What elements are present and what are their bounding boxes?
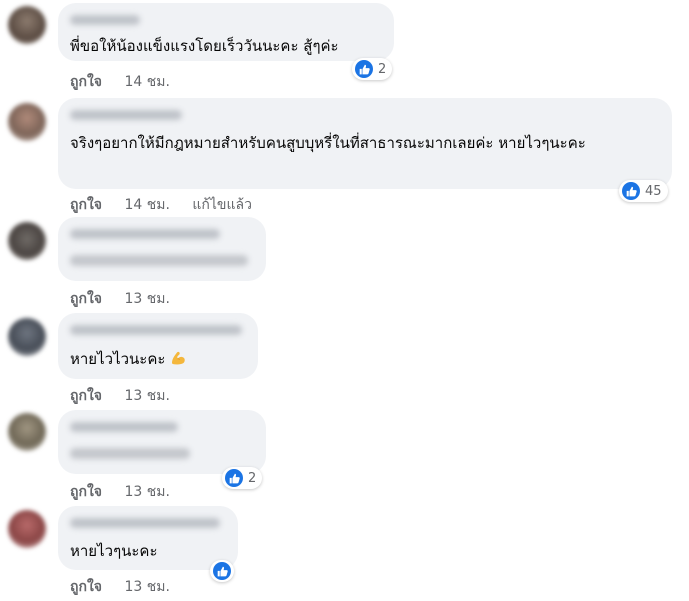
timestamp[interactable]: 13 ชม. (124, 291, 169, 307)
like-link[interactable]: ถูกใจ (70, 388, 102, 404)
comment-actions: ถูกใจ 14 ชม. (70, 71, 188, 93)
like-link[interactable]: ถูกใจ (70, 291, 102, 307)
comment-text-blurred (70, 448, 190, 459)
comment-bubble: หายไวไวนะคะ (58, 313, 258, 379)
reaction-summary[interactable]: 2 (352, 58, 393, 80)
comment-actions: ถูกใจ 14 ชม. แก้ไขแล้ว (70, 194, 270, 216)
like-link[interactable]: ถูกใจ (70, 197, 102, 213)
comment-bubble: หายไวๆนะคะ (58, 506, 238, 570)
comment-bubble (58, 410, 266, 474)
comment-bubble: จริงๆอยากให้มีกฎหมายสำหรับคนสูบบุหรี่ในท… (58, 98, 672, 189)
reaction-summary[interactable] (210, 560, 234, 582)
commenter-name[interactable] (70, 110, 182, 120)
comment-text-blurred (70, 255, 248, 266)
comment-feed: พี่ขอให้น้องแข็งแรงโดยเร็ววันนะคะ สู้ๆค่… (0, 0, 689, 601)
timestamp[interactable]: 13 ชม. (124, 388, 169, 404)
reaction-summary[interactable]: 45 (619, 180, 668, 202)
timestamp[interactable]: 14 ชม. (124, 197, 169, 213)
comment-bubble: พี่ขอให้น้องแข็งแรงโดยเร็ววันนะคะ สู้ๆค่… (58, 3, 394, 61)
comment-bubble (58, 217, 266, 281)
reaction-count: 45 (645, 183, 662, 199)
commenter-name[interactable] (70, 15, 140, 25)
comment-text: พี่ขอให้น้องแข็งแรงโดยเร็ววันนะคะ สู้ๆค่… (70, 37, 339, 55)
reaction-count: 2 (248, 470, 257, 486)
timestamp[interactable]: 13 ชม. (124, 484, 169, 500)
reaction-count: 2 (378, 61, 387, 77)
timestamp[interactable]: 14 ชม. (124, 74, 169, 90)
comment-text-content: หายไวไวนะคะ (70, 350, 166, 368)
avatar[interactable] (8, 222, 46, 260)
thumbs-up-icon (213, 562, 231, 580)
like-link[interactable]: ถูกใจ (70, 74, 102, 90)
timestamp[interactable]: 13 ชม. (124, 579, 169, 595)
avatar[interactable] (8, 510, 46, 548)
comment-actions: ถูกใจ 13 ชม. (70, 385, 188, 407)
comment-actions: ถูกใจ 13 ชม. (70, 481, 188, 503)
thumbs-up-icon (622, 182, 640, 200)
thumbs-up-icon (225, 469, 243, 487)
like-link[interactable]: ถูกใจ (70, 579, 102, 595)
avatar[interactable] (8, 318, 46, 356)
avatar[interactable] (8, 413, 46, 451)
commenter-name[interactable] (70, 325, 242, 335)
edited-label[interactable]: แก้ไขแล้ว (192, 197, 252, 213)
commenter-name[interactable] (70, 422, 178, 432)
comment-text: หายไวไวนะคะ (70, 347, 187, 371)
avatar[interactable] (8, 103, 46, 141)
comment-actions: ถูกใจ 13 ชม. (70, 576, 188, 598)
comment-actions: ถูกใจ 13 ชม. (70, 288, 188, 310)
commenter-name[interactable] (70, 229, 220, 239)
avatar[interactable] (8, 6, 46, 44)
flexed-biceps-icon (169, 349, 187, 367)
comment-text: หายไวๆนะคะ (70, 542, 158, 560)
commenter-name[interactable] (70, 518, 220, 528)
reaction-summary[interactable]: 2 (222, 467, 263, 489)
thumbs-up-icon (355, 60, 373, 78)
like-link[interactable]: ถูกใจ (70, 484, 102, 500)
comment-text: จริงๆอยากให้มีกฎหมายสำหรับคนสูบบุหรี่ในท… (70, 134, 586, 152)
